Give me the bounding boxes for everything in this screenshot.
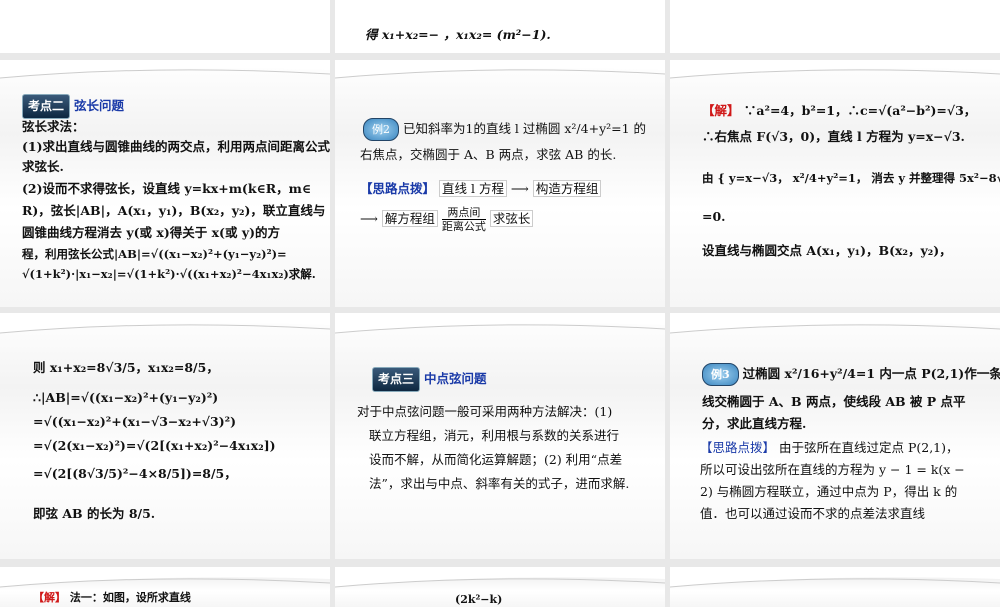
text-line: 由于弦所在直线过定点 P(2,1)， [779,440,959,455]
text-line: =0. [702,209,726,224]
flow-box: 直线 l 方程 [439,180,507,197]
example-badge: 例2 [363,118,399,141]
text-line: 由 { y=x−√3， x²/4+y²=1， 消去 y 并整理得 5x²−8√3… [702,171,1000,185]
equation-line: 得 x₁+x₂=− ，x₁x₂= (m²−1). [365,27,551,42]
slide-thumbnail[interactable]: 例2 已知斜率为1的直线 l 过椭圆 x²/4+y²=1 的 右焦点，交椭圆于 A… [335,60,665,307]
arrow-label: 两点间 [441,206,486,220]
slide-thumbnail[interactable]: 【解】 ∵a²=4，b²=1，∴c=√(a²−b²)=√3， ∴右焦点 F(√3… [670,60,1000,307]
text-line: 对于中点弦问题一般可采用两种方法解决：(1) [357,404,613,419]
topic-title: 中点弦问题 [424,371,487,386]
text-line: 则 x₁+x₂=8√3/5，x₁x₂=8/5， [33,360,219,375]
solution-label: 【解】 [33,591,66,604]
text-line: 线交椭圆于 A、B 两点，使线段 AB 被 P 点平 [702,394,966,409]
flow-box: 求弦长 [489,210,534,227]
slide-swoosh-decoration [670,60,1000,79]
slide-swoosh-decoration [335,60,665,79]
text-line: 弦长求法： [22,119,85,134]
text-line: ∴|AB|=√((x₁−x₂)²+(y₁−y₂)²) [33,390,219,405]
text-line: 法”，求出与中点、斜率有关的式子，进而求解. [369,476,630,491]
flow-box: 构造方程组 [532,180,602,197]
text-line: 联立方程组，消元，利用根与系数的关系进行 [369,428,620,443]
text-line: R)，弦长|AB|，A(x₁，y₁)，B(x₂，y₂)，联立直线与 [22,203,326,218]
text-line: (1)求出直线与圆锥曲线的两交点，利用两点间距离公式 [22,139,330,154]
topic-title: 弦长问题 [74,98,125,113]
text-line: 设而不解，从而简化运算解题；(2) 利用“点差 [369,452,623,467]
text-line: 设直线与椭圆交点 A(x₁，y₁)，B(x₂，y₂)， [702,243,952,258]
slide-thumbnail[interactable]: 考点二 弦长问题 弦长求法： (1)求出直线与圆锥曲线的两交点，利用两点间距离公式… [0,60,330,307]
text-line: 求弦长. [22,159,64,174]
text-line: √(1+k²)·|x₁−x₂|=√(1+k²)·√((x₁+x₂)²−4x₁x₂… [22,267,316,281]
text-line: 圆锥曲线方程消去 y(或 x)得关于 x(或 y)的方 [22,225,280,240]
example-badge: 例3 [702,363,739,386]
hint-label: 【思路点拨】 [360,181,436,196]
text-line: 已知斜率为1的直线 l 过椭圆 x²/4+y²=1 的 [403,121,647,136]
slide-thumbnail[interactable] [670,567,1000,607]
slide-thumbnail[interactable] [670,0,1000,53]
text-line: 过椭圆 x²/16+y²/4=1 内一点 P(2,1)作一条直 [742,366,1000,381]
text-line: 2) 与椭圆方程联立，通过中点为 P，得出 k 的 [700,484,958,499]
topic-badge: 考点三 [372,367,421,392]
text-line: 值．也可以通过设而不求的点差法求直线 [700,506,926,521]
slide-swoosh-decoration [670,313,1000,334]
text-line: =√((x₁−x₂)²+(x₁−√3−x₂+√3)²) [33,414,237,429]
solution-label: 【解】 [702,103,740,118]
flow-box: 解方程组 [381,210,438,227]
text-line: (2k²−k) [455,593,503,606]
slide-thumbnail[interactable]: 例3 过椭圆 x²/16+y²/4=1 内一点 P(2,1)作一条直 线交椭圆于 … [670,313,1000,559]
text-line: 法一：如图，设所求直线 [69,591,191,604]
text-line: ∴右焦点 F(√3，0)，直线 l 方程为 y=x−√3. [702,129,965,144]
text-line: =√(2[(8√3/5)²−4×8/5])=8/5， [33,466,237,481]
hint-label: 【思路点拨】 [700,440,776,455]
text-line: 右焦点，交椭圆于 A、B 两点，求弦 AB 的长. [360,147,617,162]
slide-thumbnail[interactable]: 则 x₁+x₂=8√3/5，x₁x₂=8/5， ∴|AB|=√((x₁−x₂)²… [0,313,330,559]
slide-thumbnail[interactable]: 得 x₁+x₂=− ，x₁x₂= (m²−1). [335,0,665,53]
slide-swoosh-decoration [670,567,1000,588]
text-line: 即弦 AB 的长为 8/5. [33,506,156,521]
slide-swoosh-decoration [335,313,665,334]
text-line: 所以可设出弦所在直线的方程为 y − 1 = k(x − [700,462,965,477]
text-line: 分，求此直线方程. [702,416,807,431]
slide-swoosh-decoration [0,60,330,79]
text-line: 程，利用弦长公式|AB|=√((x₁−x₂)²+(y₁−y₂)²)= [22,247,287,261]
text-line: =√(2(x₁−x₂)²)=√(2[(x₁+x₂)²−4x₁x₂]) [33,438,276,453]
text-line: (2)设而不求得弦长，设直线 y=kx+m(k∈R，m∈ [22,181,312,196]
slide-thumbnail[interactable] [0,0,330,53]
slide-thumbnail[interactable]: 考点三 中点弦问题 对于中点弦问题一般可采用两种方法解决：(1) 联立方程组，消元… [335,313,665,559]
arrow-label: 距离公式 [441,220,486,233]
slide-thumbnail[interactable]: 【解】 法一：如图，设所求直线 [0,567,330,607]
slide-thumbnail[interactable]: (2k²−k) [335,567,665,607]
text-line: ∵a²=4，b²=1，∴c=√(a²−b²)=√3， [743,103,977,118]
slide-swoosh-decoration [0,313,330,334]
